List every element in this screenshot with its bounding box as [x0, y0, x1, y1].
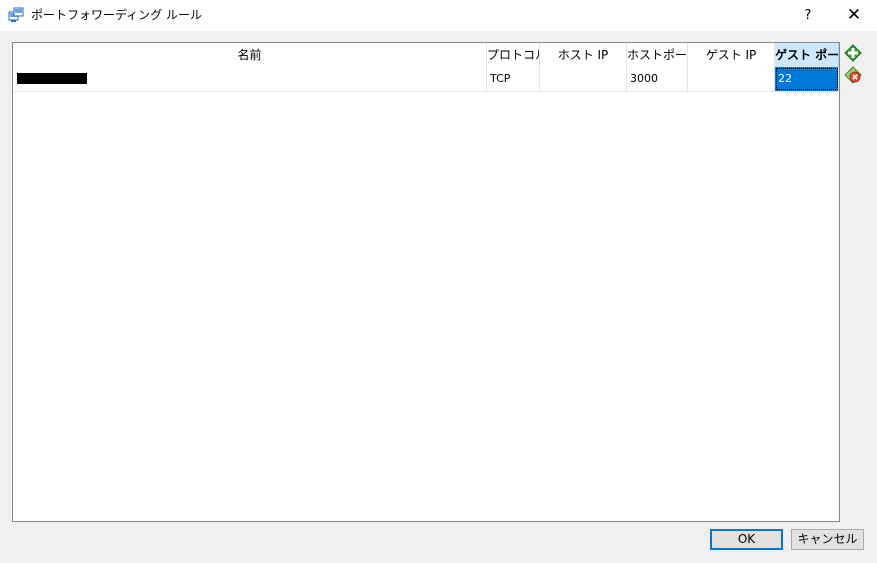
cell-host-port[interactable]: 3000 [627, 67, 688, 91]
cell-protocol[interactable]: TCP [487, 67, 540, 91]
redacted-name [17, 73, 87, 84]
title-bar: ポートフォワーディング ルール ? ✕ [0, 0, 877, 31]
network-icon [8, 7, 24, 22]
column-header-host-port[interactable]: ホストポート [627, 43, 688, 67]
window-title: ポートフォワーディング ルール [31, 8, 202, 22]
cell-name[interactable] [13, 67, 487, 91]
column-header-guest-port[interactable]: ゲスト ポート [775, 43, 839, 67]
column-header-protocol[interactable]: プロトコル [487, 43, 540, 67]
table-row[interactable]: TCP 3000 22 [13, 67, 839, 92]
column-header-host-ip[interactable]: ホスト IP [540, 43, 627, 67]
help-button[interactable]: ? [785, 0, 831, 31]
cell-host-ip[interactable] [540, 67, 627, 91]
cell-guest-ip[interactable] [688, 67, 775, 91]
table-header: 名前 プロトコル ホスト IP ホストポート ゲスト IP ゲスト ポート [13, 43, 839, 67]
close-button[interactable]: ✕ [831, 0, 877, 31]
column-header-guest-ip[interactable]: ゲスト IP [688, 43, 775, 67]
remove-rule-icon[interactable] [844, 66, 862, 84]
cell-guest-port[interactable]: 22 [775, 67, 839, 91]
port-forwarding-table[interactable]: 名前 プロトコル ホスト IP ホストポート ゲスト IP ゲスト ポート TC… [12, 42, 840, 522]
column-header-name[interactable]: 名前 [13, 43, 487, 67]
ok-button[interactable]: OK [710, 529, 783, 550]
add-rule-icon[interactable] [844, 44, 862, 62]
cancel-button[interactable]: キャンセル [791, 529, 864, 550]
